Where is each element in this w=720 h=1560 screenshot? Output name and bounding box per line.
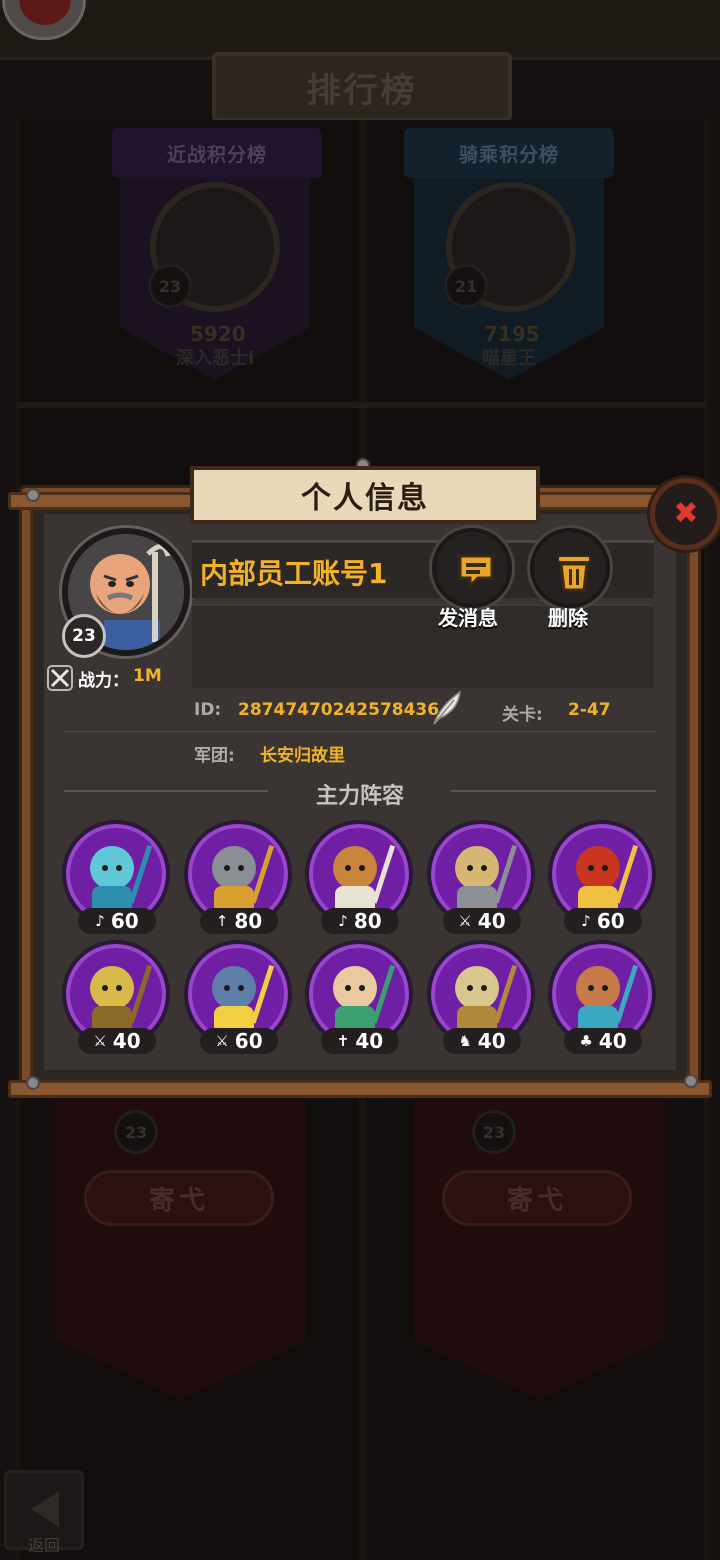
guild-value: 长安归故里 bbox=[260, 746, 345, 766]
bard-icon: ♪ bbox=[581, 912, 591, 930]
bard-icon: ♪ bbox=[338, 912, 348, 930]
hero-level-badge: ⚔ 40 bbox=[78, 1028, 156, 1054]
dialog-bottom-plank bbox=[8, 1080, 712, 1098]
sword-icon: ⚔ bbox=[215, 1032, 229, 1050]
hero-level: 40 bbox=[112, 1029, 141, 1053]
id-label: ID: bbox=[194, 700, 222, 720]
hero-level-badge: ♪ 60 bbox=[78, 908, 156, 934]
hero-card[interactable]: ♪ 80 bbox=[305, 820, 413, 936]
stage-value: 2-47 bbox=[568, 700, 611, 720]
hero-level: 40 bbox=[477, 1029, 506, 1053]
crossed-swords-icon bbox=[47, 665, 73, 691]
nail-icon bbox=[26, 1076, 40, 1090]
sword-icon: ⚔ bbox=[458, 912, 472, 930]
bard-icon: ♪ bbox=[95, 912, 105, 930]
hero-level: 80 bbox=[234, 909, 263, 933]
sword-icon: ⚔ bbox=[93, 1032, 107, 1050]
close-button[interactable]: ✖ bbox=[650, 478, 720, 550]
hero-level: 60 bbox=[596, 909, 625, 933]
hero-level: 60 bbox=[110, 909, 139, 933]
hero-level: 40 bbox=[598, 1029, 627, 1053]
nail-icon bbox=[684, 1074, 698, 1088]
hero-card[interactable]: ⚔ 60 bbox=[184, 940, 292, 1056]
hero-level: 80 bbox=[353, 909, 382, 933]
trash-icon bbox=[557, 555, 591, 592]
hero-level-badge: ⚔ 40 bbox=[443, 908, 521, 934]
hero-card[interactable]: ↑ 80 bbox=[184, 820, 292, 936]
copy-feather-icon[interactable] bbox=[430, 690, 464, 726]
info-separator bbox=[64, 731, 656, 732]
message-icon bbox=[458, 554, 494, 590]
dialog-title: 个人信息 bbox=[301, 481, 429, 516]
delete-button[interactable] bbox=[530, 528, 610, 608]
hero-card[interactable]: ⚔ 40 bbox=[62, 940, 170, 1056]
power-label: 战力： bbox=[78, 671, 129, 691]
close-icon: ✖ bbox=[673, 496, 699, 531]
hero-level: 60 bbox=[234, 1029, 263, 1053]
hero-level-badge: ♪ 80 bbox=[321, 908, 399, 934]
mount-icon: ♣ bbox=[579, 1032, 593, 1050]
guild-label: 军团: bbox=[194, 746, 235, 766]
send-message-button[interactable] bbox=[432, 528, 512, 608]
spear-icon: ↑ bbox=[215, 912, 229, 930]
hero-card[interactable]: ♪ 60 bbox=[62, 820, 170, 936]
hero-level: 40 bbox=[477, 909, 506, 933]
hero-level: 40 bbox=[355, 1029, 384, 1053]
hero-level-badge: ♣ 40 bbox=[564, 1028, 642, 1054]
hero-card[interactable]: ⚔ 40 bbox=[427, 820, 535, 936]
delete-label: 删除 bbox=[548, 606, 588, 630]
stage-label: 关卡: bbox=[502, 705, 543, 725]
hero-card[interactable]: ✝ 40 bbox=[305, 940, 413, 1056]
cavalry-icon: ♞ bbox=[458, 1032, 472, 1050]
nail-icon bbox=[26, 488, 40, 502]
player-level-badge: 23 bbox=[62, 614, 106, 658]
hero-card[interactable]: ♪ 60 bbox=[548, 820, 656, 936]
send-message-label: 发消息 bbox=[438, 606, 498, 630]
lineup-title: 主力阵容 bbox=[315, 784, 404, 809]
hero-level-badge: ⚔ 60 bbox=[200, 1028, 278, 1054]
cross-icon: ✝ bbox=[336, 1032, 350, 1050]
hero-level-badge: ♪ 60 bbox=[564, 908, 642, 934]
hero-level-badge: ↑ 80 bbox=[200, 908, 278, 934]
hero-card[interactable]: ♣ 40 bbox=[548, 940, 656, 1056]
hero-level-badge: ✝ 40 bbox=[321, 1028, 399, 1054]
hero-level-badge: ♞ 40 bbox=[443, 1028, 521, 1054]
dialog-title-board: 个人信息 bbox=[190, 466, 540, 524]
id-value: 28747470242578436 bbox=[238, 700, 440, 720]
player-name: 内部员工账号1 bbox=[200, 557, 388, 590]
hero-card[interactable]: ♞ 40 bbox=[427, 940, 535, 1056]
power-value: 1M bbox=[133, 666, 162, 686]
